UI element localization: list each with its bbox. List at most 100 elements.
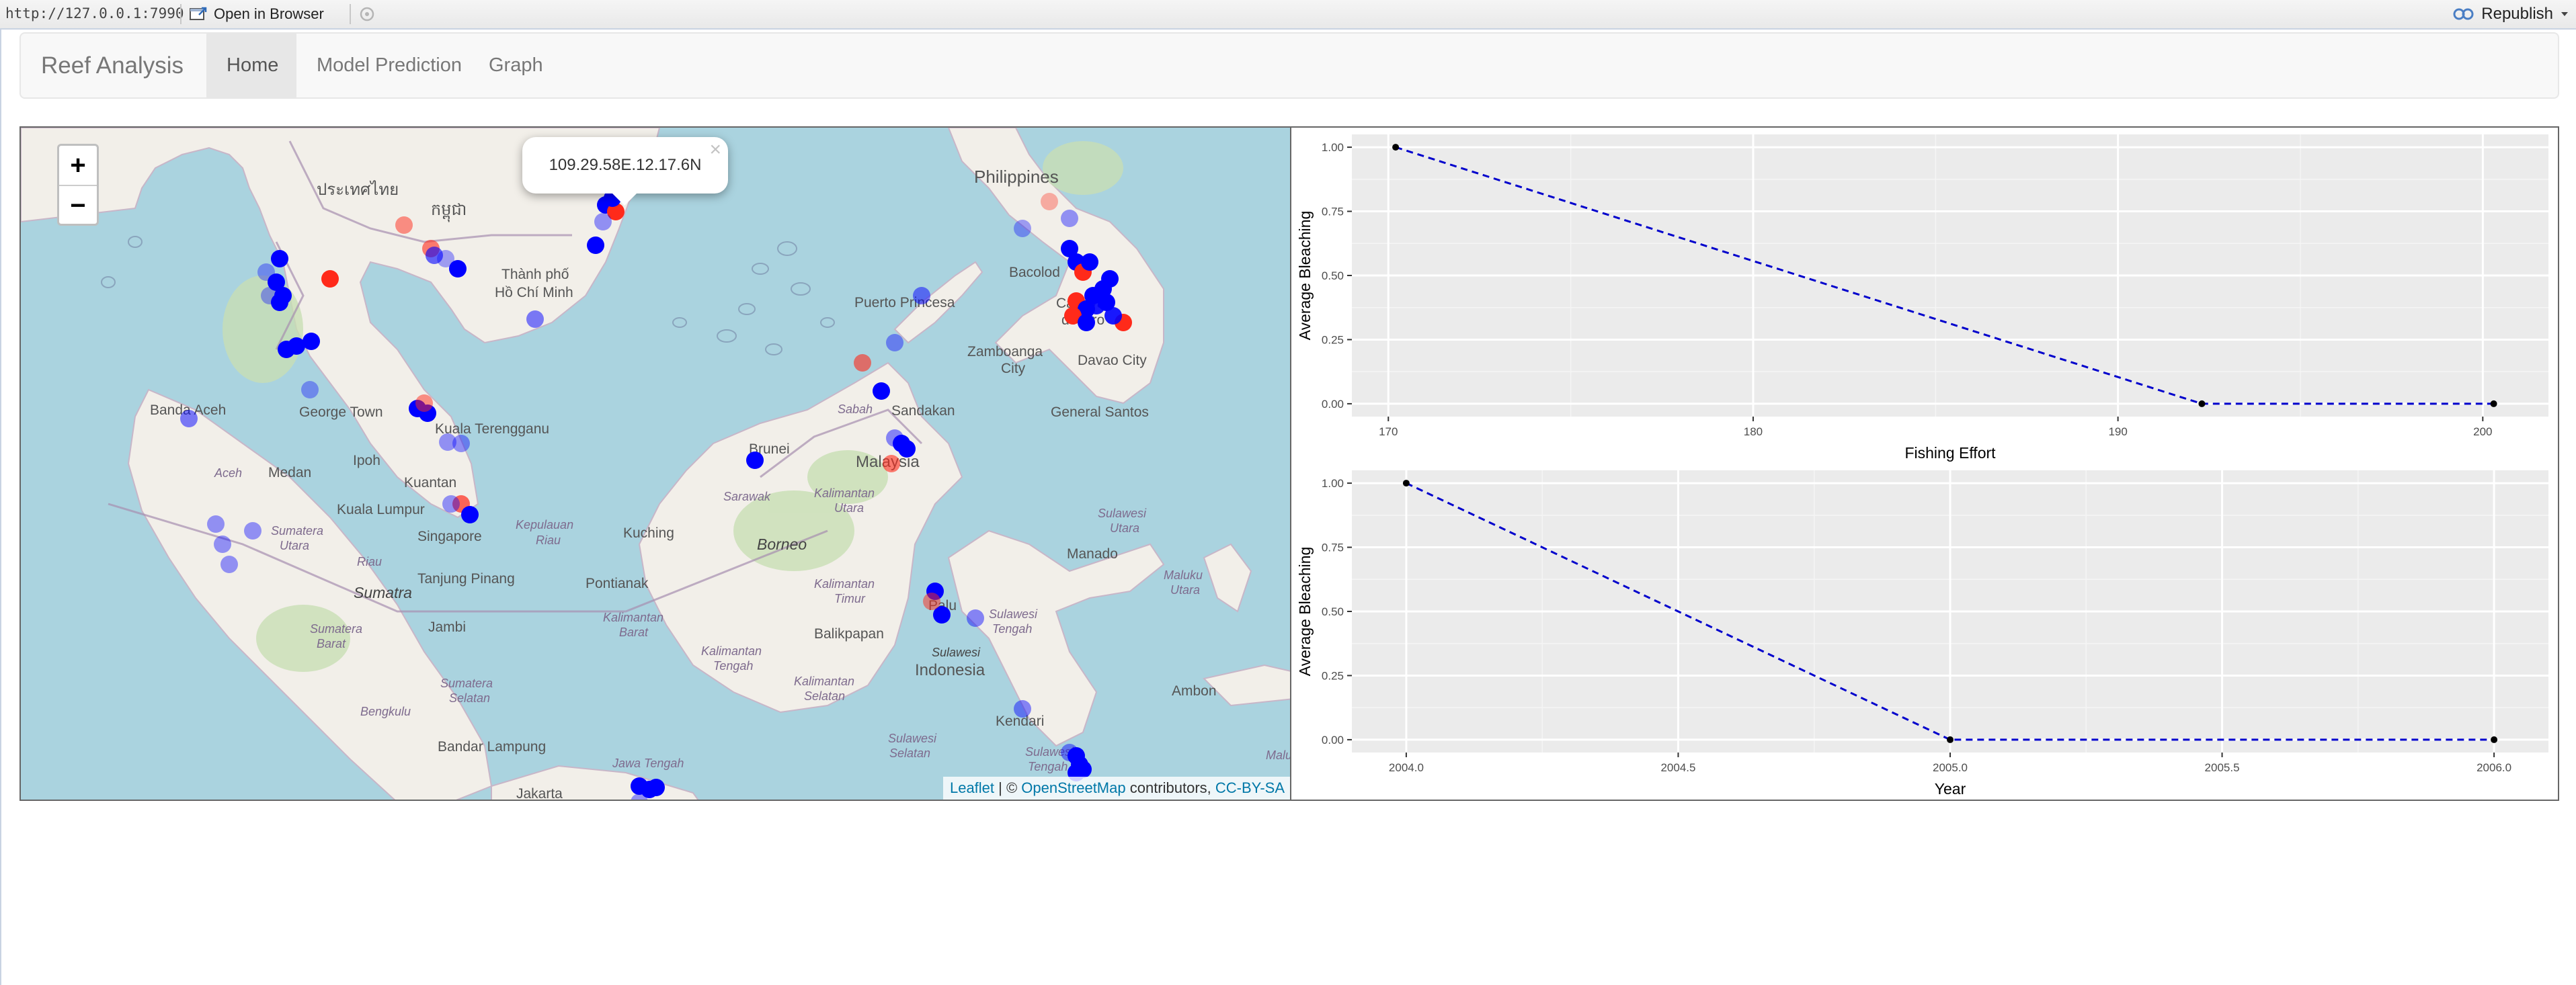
reef-site-marker	[886, 429, 903, 447]
label-sarawak: Sarawak	[723, 490, 771, 503]
reef-site-marker	[437, 250, 454, 267]
reef-map[interactable]: Philippines ประเทศไทย កម្ពុជា Thành phố …	[19, 126, 1293, 801]
reef-site-marker	[321, 270, 339, 288]
label-ambon: Ambon	[1172, 683, 1217, 699]
label-maluku: Malu	[1266, 748, 1292, 762]
label-sulut-2: Utara	[1110, 521, 1139, 535]
x-tick-label: 2006.0	[2477, 761, 2511, 774]
reef-site-marker	[746, 452, 764, 469]
app-frame-border	[0, 30, 1, 985]
popup-close-button[interactable]: ×	[709, 138, 721, 161]
label-sulteng-1: Sulawesi	[989, 607, 1038, 621]
refresh-icon	[360, 7, 374, 22]
y-tick-label: 0.25	[1322, 333, 1344, 346]
data-point	[2491, 736, 2498, 743]
label-sulteng-2: Tengah	[992, 622, 1032, 636]
label-balikpapan: Balikpapan	[814, 626, 884, 642]
label-sultra-2: Tengah	[1028, 760, 1068, 773]
label-kuching: Kuching	[623, 525, 674, 541]
browser-window-icon	[190, 7, 207, 20]
y-tick-label: 0.75	[1322, 206, 1344, 218]
reef-site-marker	[207, 515, 225, 533]
label-hcmc-2: Hồ Chí Minh	[495, 285, 573, 300]
marker-popup: 109.29.58E.12.17.6N ×	[522, 137, 728, 206]
zoom-in-button[interactable]: +	[59, 146, 97, 185]
viewer-url[interactable]: http://127.0.0.1:7990	[5, 5, 184, 22]
reef-site-marker	[1061, 744, 1078, 761]
label-kuala-terengganu: Kuala Terengganu	[435, 421, 549, 437]
app-navbar: Reef Analysis Home Model Prediction Grap…	[19, 32, 2559, 99]
label-borneo: Borneo	[757, 536, 807, 553]
label-pontianak: Pontianak	[586, 576, 649, 591]
republish-button[interactable]: Republish	[2453, 4, 2569, 24]
reef-site-marker	[913, 287, 930, 304]
reef-site-marker	[1104, 307, 1122, 325]
label-zamboanga-2: City	[1001, 361, 1026, 376]
label-sulawesi: Sulawesi	[932, 646, 981, 659]
republish-label: Republish	[2481, 5, 2553, 23]
refresh-button[interactable]	[356, 3, 378, 25]
reef-site-marker	[271, 250, 288, 267]
label-singapore: Singapore	[417, 529, 482, 544]
x-tick-label: 190	[2108, 425, 2127, 438]
x-tick-label: 170	[1379, 425, 1398, 438]
label-hcmc-1: Thành phố	[501, 267, 569, 282]
reef-site-marker	[883, 455, 900, 472]
label-george-town: George Town	[299, 404, 383, 420]
tab-home[interactable]: Home	[206, 34, 296, 97]
reef-site-marker	[303, 333, 320, 350]
x-tick-label: 180	[1744, 425, 1763, 438]
open-in-browser-button[interactable]: Open in Browser	[190, 4, 324, 24]
label-medan: Medan	[268, 465, 311, 480]
label-malut-1: Maluku	[1164, 568, 1203, 582]
label-sumbar-1: Sumatera	[310, 622, 362, 636]
leaflet-link[interactable]: Leaflet	[950, 779, 994, 796]
y-tick-label: 0.25	[1322, 669, 1344, 682]
toolbar-divider	[350, 4, 351, 24]
tab-graph[interactable]: Graph	[469, 34, 563, 97]
label-kuala-lumpur: Kuala Lumpur	[337, 502, 425, 517]
y-tick-label: 1.00	[1322, 141, 1344, 154]
map-tiles[interactable]: Philippines ประเทศไทย កម្ពុជា Thành phố …	[21, 128, 1293, 801]
zoom-out-button[interactable]: −	[59, 185, 97, 225]
reef-site-marker	[1101, 270, 1119, 288]
data-point	[1947, 736, 1954, 743]
x-tick-label: 2004.0	[1389, 761, 1424, 774]
label-kalteng-2: Tengah	[713, 659, 753, 673]
label-sumut-1: Sumatera	[271, 524, 323, 538]
tab-model-prediction[interactable]: Model Prediction	[296, 34, 482, 97]
label-bacolod: Bacolod	[1009, 265, 1060, 280]
label-tanjung-pinang: Tanjung Pinang	[417, 571, 515, 587]
label-philippines: Philippines	[974, 167, 1059, 187]
label-sumut-2: Utara	[280, 539, 309, 552]
reef-site-marker	[261, 287, 278, 304]
label-sumbar-2: Barat	[317, 637, 346, 650]
zoom-control: + −	[57, 144, 99, 226]
reef-site-marker	[923, 593, 940, 610]
land-sulawesi	[947, 529, 1165, 747]
map-attribution: Leaflet | © OpenStreetMap contributors, …	[942, 777, 1291, 800]
reef-site-marker	[244, 522, 261, 540]
osm-link[interactable]: OpenStreetMap	[1021, 779, 1125, 796]
label-bengkulu: Bengkulu	[360, 705, 411, 718]
fishing-effort-chart: 0.00 0.25 0.50 0.75 1.00 170 180 190 200 Fishing …	[1296, 134, 2548, 462]
chevron-down-icon	[2561, 12, 2568, 16]
label-jakarta: Jakarta	[516, 786, 563, 801]
reef-site-marker	[873, 382, 890, 400]
reef-site-marker	[214, 536, 231, 553]
reef-site-marker	[301, 381, 319, 398]
reef-site-marker	[647, 779, 665, 796]
license-link[interactable]: CC-BY-SA	[1215, 779, 1285, 796]
label-sumsel-2: Selatan	[449, 691, 490, 705]
land-maluku	[1203, 543, 1252, 613]
reef-site-marker	[1041, 193, 1058, 210]
y-tick-label: 0.75	[1322, 542, 1344, 554]
y-tick-label: 0.00	[1322, 734, 1344, 746]
reef-site-marker	[526, 310, 544, 328]
reef-site-marker	[288, 337, 305, 355]
reef-site-marker	[1078, 314, 1095, 331]
label-kaltara-2: Utara	[834, 501, 864, 515]
land-ambon	[1203, 664, 1291, 707]
app-brand[interactable]: Reef Analysis	[41, 34, 184, 97]
y-axis-title: Average Bleaching	[1296, 547, 1314, 677]
